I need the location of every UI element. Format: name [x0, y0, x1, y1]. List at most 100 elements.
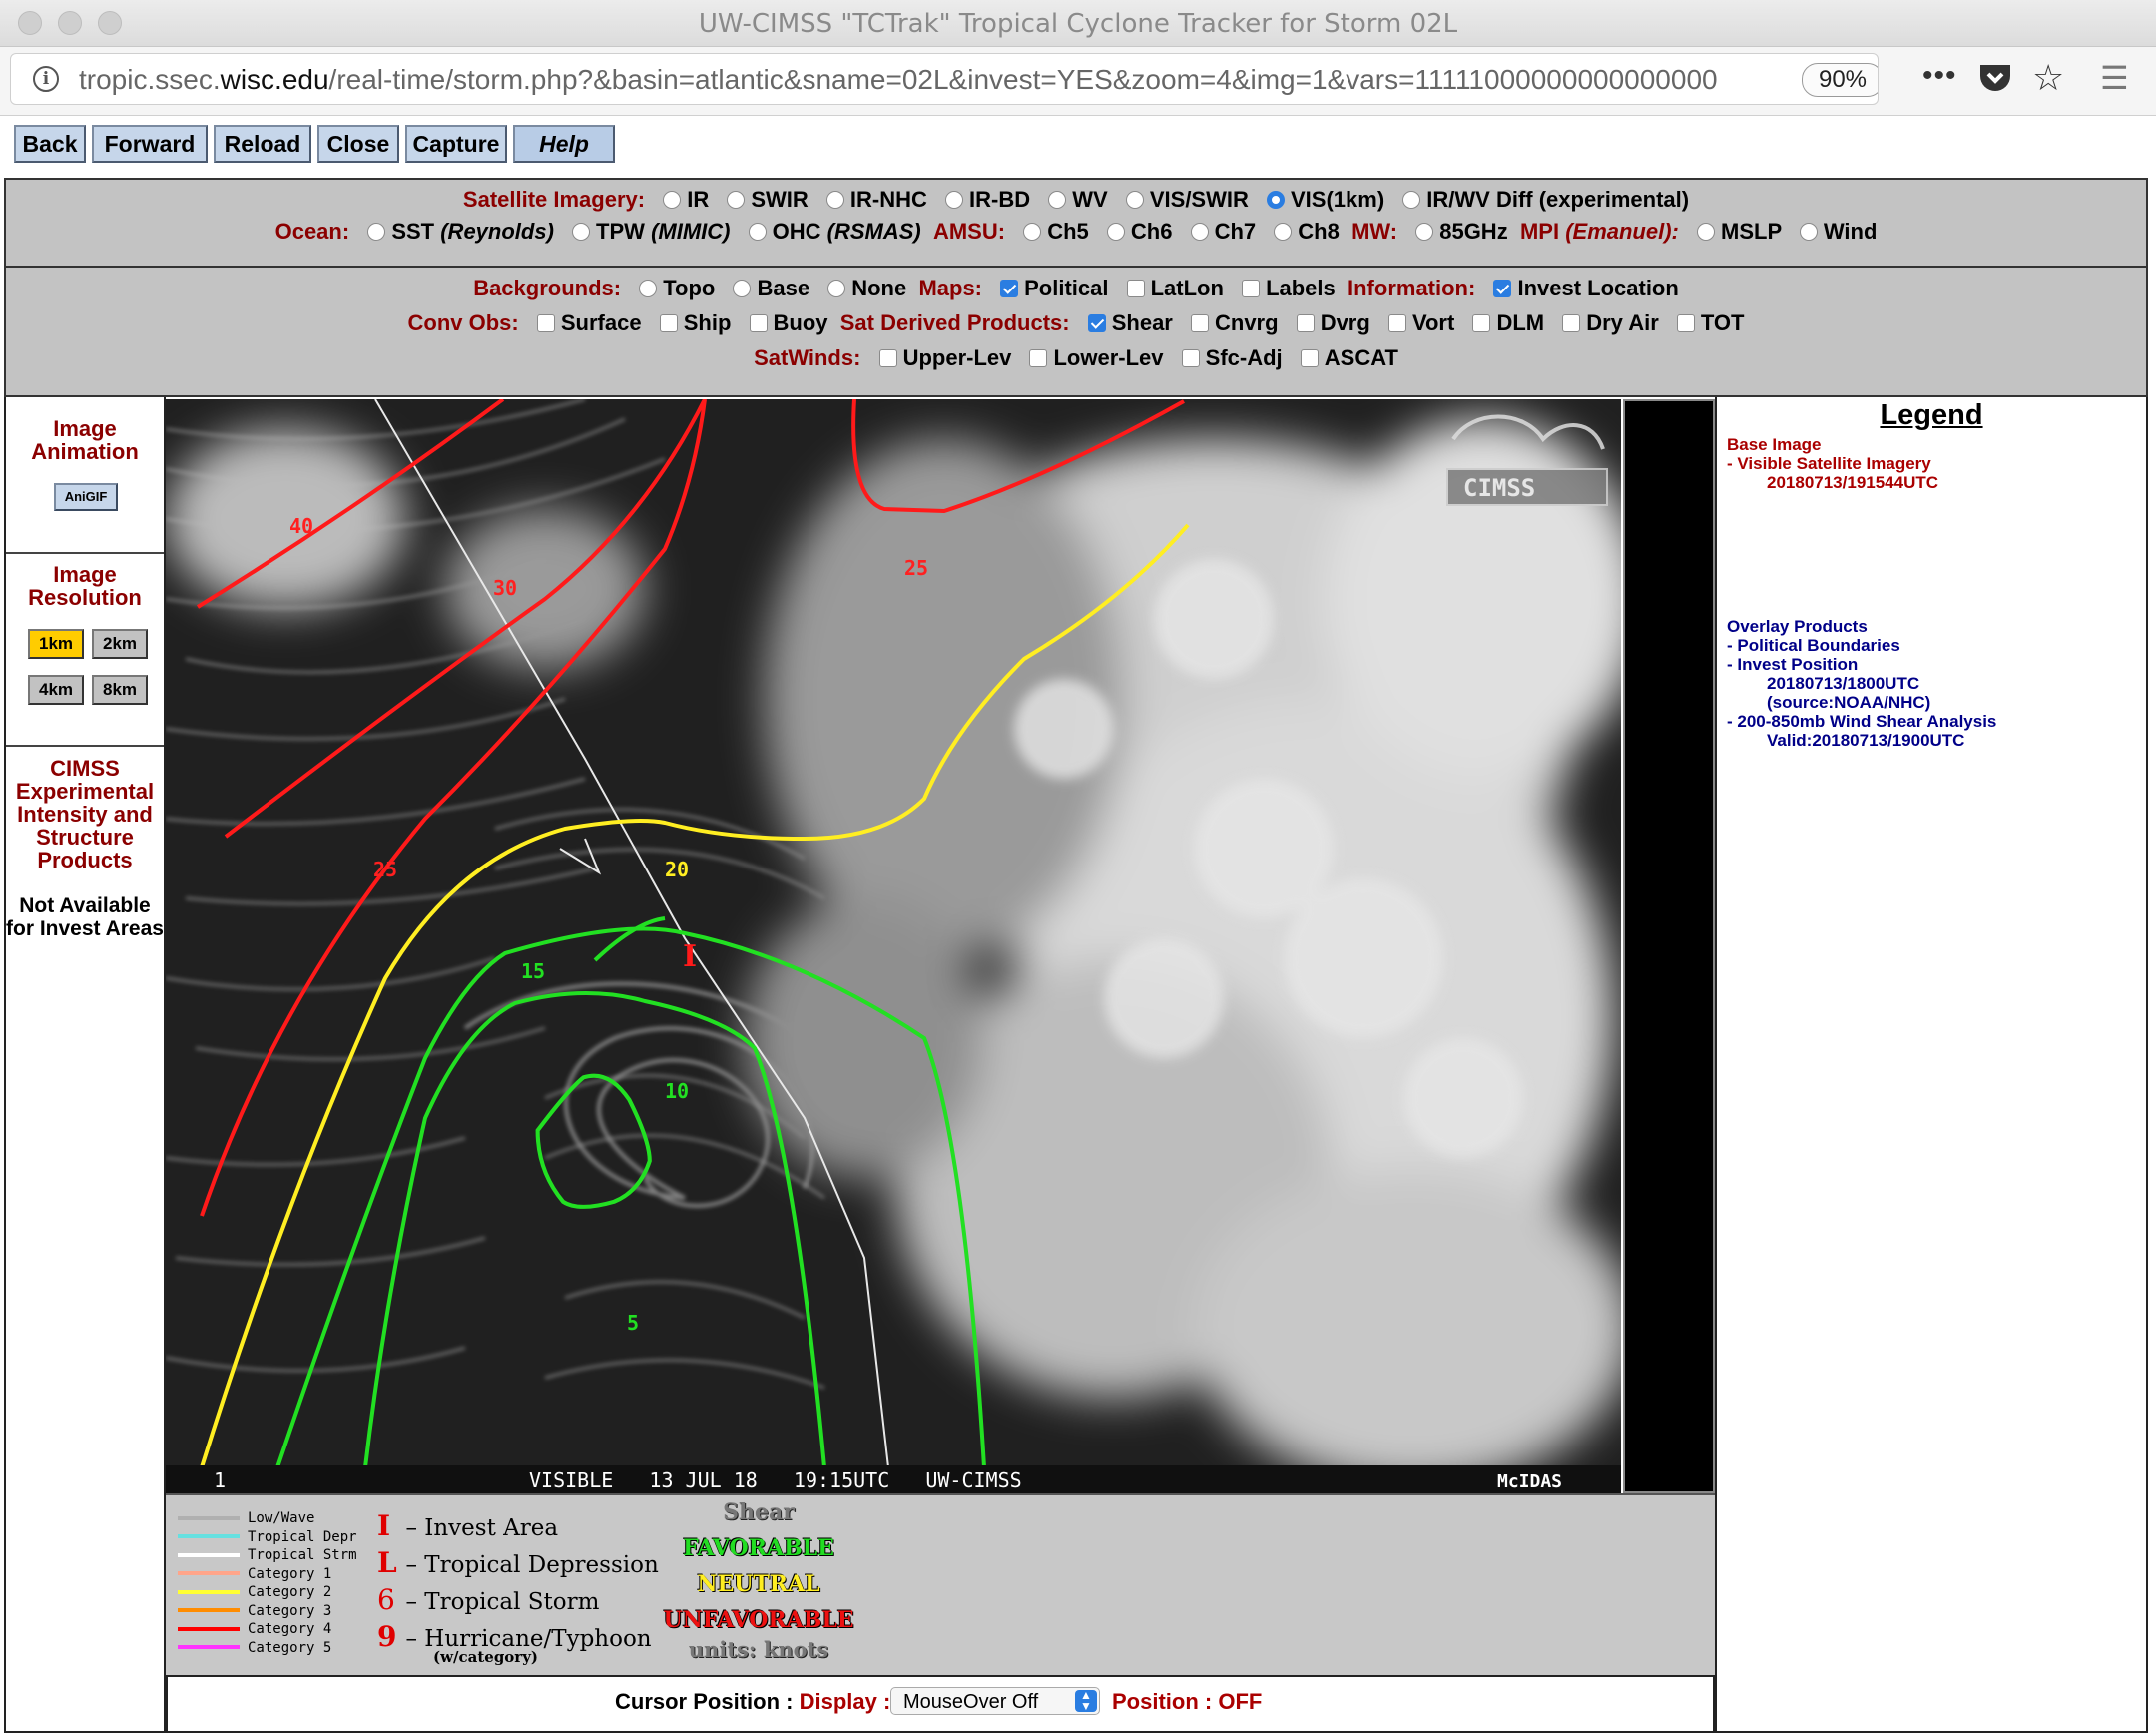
imagery-irbd-option[interactable]: IR-BD	[933, 187, 1030, 212]
track-color-swatch	[178, 1626, 240, 1631]
url-bar[interactable]: i tropic.ssec.wisc.edu/real-time/storm.p…	[10, 53, 1879, 105]
track-color-swatch	[178, 1608, 240, 1613]
invest-location-checkbox[interactable]: Invest Location	[1481, 276, 1679, 300]
mcidas-label: McIDAS	[1497, 1471, 1562, 1492]
help-button[interactable]: Help	[513, 125, 615, 163]
contour-label: 25	[373, 858, 397, 881]
resolution-4km-button[interactable]: 4km	[28, 675, 84, 705]
obs-surface-checkbox[interactable]: Surface	[525, 310, 642, 335]
reload-button[interactable]: Reload	[214, 125, 311, 163]
track-type-item: Category 5	[178, 1639, 357, 1658]
legend-invest-time: 20180713/1800UTC	[1767, 674, 1920, 693]
url-text[interactable]: tropic.ssec.wisc.edu/real-time/storm.php…	[79, 64, 1796, 96]
contour-label: 25	[904, 556, 928, 580]
contour-label: 15	[521, 959, 545, 983]
satwinds-lower-checkbox[interactable]: Lower-Lev	[1017, 345, 1164, 370]
cimss-products-title: CIMSS Experimental Intensity and Structu…	[15, 756, 155, 872]
track-type-item: Category 4	[178, 1620, 357, 1639]
back-button[interactable]: Back	[14, 125, 86, 163]
background-base-option[interactable]: Base	[721, 276, 809, 300]
product-vort-checkbox[interactable]: Vort	[1376, 310, 1454, 335]
product-dvrg-checkbox[interactable]: Dvrg	[1285, 310, 1370, 335]
mpi-wind-option[interactable]: Wind	[1788, 219, 1877, 244]
track-type-list: Low/Wave Tropical Depr Tropical Strm Catego…	[178, 1509, 357, 1657]
bookmark-star-icon[interactable]: ☆	[2032, 60, 2064, 96]
maps-political-checkbox[interactable]: Political	[988, 276, 1108, 300]
unfavorable-label: UNFAVORABLE	[663, 1607, 854, 1633]
product-tot-checkbox[interactable]: TOT	[1665, 310, 1744, 335]
window-titlebar: UW-CIMSS "TCTrak" Tropical Cyclone Track…	[0, 0, 2156, 47]
track-type-item: Category 1	[178, 1565, 357, 1584]
browser-navbar: i tropic.ssec.wisc.edu/real-time/storm.p…	[0, 47, 2156, 116]
info-icon[interactable]: i	[33, 66, 59, 92]
contour-label: 30	[493, 576, 517, 600]
ocean-sst-option[interactable]: SST (Reynolds)	[355, 219, 554, 244]
anigif-button[interactable]: AniGIF	[54, 483, 118, 511]
track-type-item: Tropical Depr	[178, 1528, 357, 1547]
amsu-ch6-option[interactable]: Ch6	[1095, 219, 1172, 244]
position-value: OFF	[1218, 1689, 1263, 1714]
product-cnvrg-checkbox[interactable]: Cnvrg	[1179, 310, 1279, 335]
imagery-vis1km-option[interactable]: VIS(1km)	[1255, 187, 1384, 212]
product-shear-checkbox[interactable]: Shear	[1076, 310, 1173, 335]
more-icon[interactable]: •••	[1922, 59, 1957, 93]
product-dlm-checkbox[interactable]: DLM	[1460, 310, 1544, 335]
obs-ship-checkbox[interactable]: Ship	[648, 310, 731, 335]
invest-area-symbol: I – Invest Area	[377, 1509, 559, 1542]
maps-labels-checkbox[interactable]: Labels	[1230, 276, 1336, 300]
legend-overlay-shear: - 200-850mb Wind Shear Analysis	[1727, 712, 1997, 731]
track-color-swatch	[178, 1645, 240, 1650]
zoom-level-badge[interactable]: 90%	[1802, 63, 1878, 97]
satwinds-sfcadj-checkbox[interactable]: Sfc-Adj	[1170, 345, 1283, 370]
imagery-ir-option[interactable]: IR	[651, 187, 709, 212]
satwinds-row: SatWinds: Upper-Lev Lower-Lev Sfc-Adj AS…	[754, 345, 1398, 370]
select-arrows-icon: ▲ ▼	[1075, 1689, 1097, 1712]
track-color-swatch	[178, 1552, 240, 1557]
amsu-ch8-option[interactable]: Ch8	[1262, 219, 1340, 244]
imagery-irwvdiff-option[interactable]: IR/WV Diff (experimental)	[1390, 187, 1689, 212]
ocean-ohc-option[interactable]: OHC (RSMAS)	[737, 219, 921, 244]
resolution-1km-button[interactable]: 1km	[28, 629, 84, 659]
maps-latlon-checkbox[interactable]: LatLon	[1115, 276, 1224, 300]
image-info-bar: VISIBLE 13 JUL 18 19:15UTC UW-CIMSS	[529, 1468, 1022, 1492]
hurricane-symbol: 9 – Hurricane/Typhoon	[377, 1620, 652, 1653]
resolution-2km-button[interactable]: 2km	[92, 629, 148, 659]
pocket-icon[interactable]	[1978, 63, 2012, 99]
legend-base-image: Base Image	[1727, 435, 1822, 454]
storm-symbols-list: I – Invest Area L – Tropical Depression …	[377, 1509, 659, 1666]
ocean-tpw-option[interactable]: TPW (MIMIC)	[560, 219, 730, 244]
display-select[interactable]: MouseOver Off ▲ ▼	[890, 1687, 1100, 1715]
satwinds-upper-checkbox[interactable]: Upper-Lev	[867, 345, 1011, 370]
close-button[interactable]: Close	[317, 125, 399, 163]
imagery-irnhc-option[interactable]: IR-NHC	[814, 187, 927, 212]
background-topo-option[interactable]: Topo	[627, 276, 715, 300]
imagery-swir-option[interactable]: SWIR	[715, 187, 808, 212]
invest-marker-icon[interactable]: I	[683, 939, 697, 974]
resolution-8km-button[interactable]: 8km	[92, 675, 148, 705]
cursor-position-bar: Cursor Position : Display : MouseOver Of…	[166, 1675, 1715, 1731]
forward-button[interactable]: Forward	[92, 125, 208, 163]
units-label: units: knots	[688, 1637, 829, 1662]
obs-buoy-checkbox[interactable]: Buoy	[738, 310, 828, 335]
capture-button[interactable]: Capture	[405, 125, 507, 163]
amsu-ch7-option[interactable]: Ch7	[1179, 219, 1256, 244]
satellite-image[interactable]: 40 30 25 25 20 15 10 5 I CIMSS 1 VISIBLE…	[166, 399, 1621, 1493]
imagery-visswir-option[interactable]: VIS/SWIR	[1114, 187, 1249, 212]
mpi-mslp-option[interactable]: MSLP	[1685, 219, 1782, 244]
legend-panel: Legend Base Image - Visible Satellite Im…	[1715, 397, 2148, 1731]
amsu-ch5-option[interactable]: Ch5	[1011, 219, 1089, 244]
mw-85ghz-option[interactable]: 85GHz	[1403, 219, 1508, 244]
product-dryair-checkbox[interactable]: Dry Air	[1550, 310, 1659, 335]
background-none-option[interactable]: None	[815, 276, 906, 300]
hamburger-menu-icon[interactable]: ☰	[2100, 61, 2129, 95]
satwinds-ascat-checkbox[interactable]: ASCAT	[1289, 345, 1398, 370]
legend-overlay-political: - Political Boundaries	[1727, 636, 1900, 655]
overlay-controls-panel: Backgrounds: Topo Base None Maps: Politi…	[4, 268, 2148, 397]
legend-overlay-invest: - Invest Position	[1727, 655, 1859, 674]
imagery-wv-option[interactable]: WV	[1036, 187, 1108, 212]
tropical-depression-symbol: L – Tropical Depression	[377, 1546, 659, 1579]
track-type-item: Low/Wave	[178, 1509, 357, 1528]
contour-label: 40	[289, 514, 313, 538]
legend-base-time: 20180713/191544UTC	[1767, 473, 1939, 492]
neutral-label: NEUTRAL	[697, 1571, 820, 1597]
